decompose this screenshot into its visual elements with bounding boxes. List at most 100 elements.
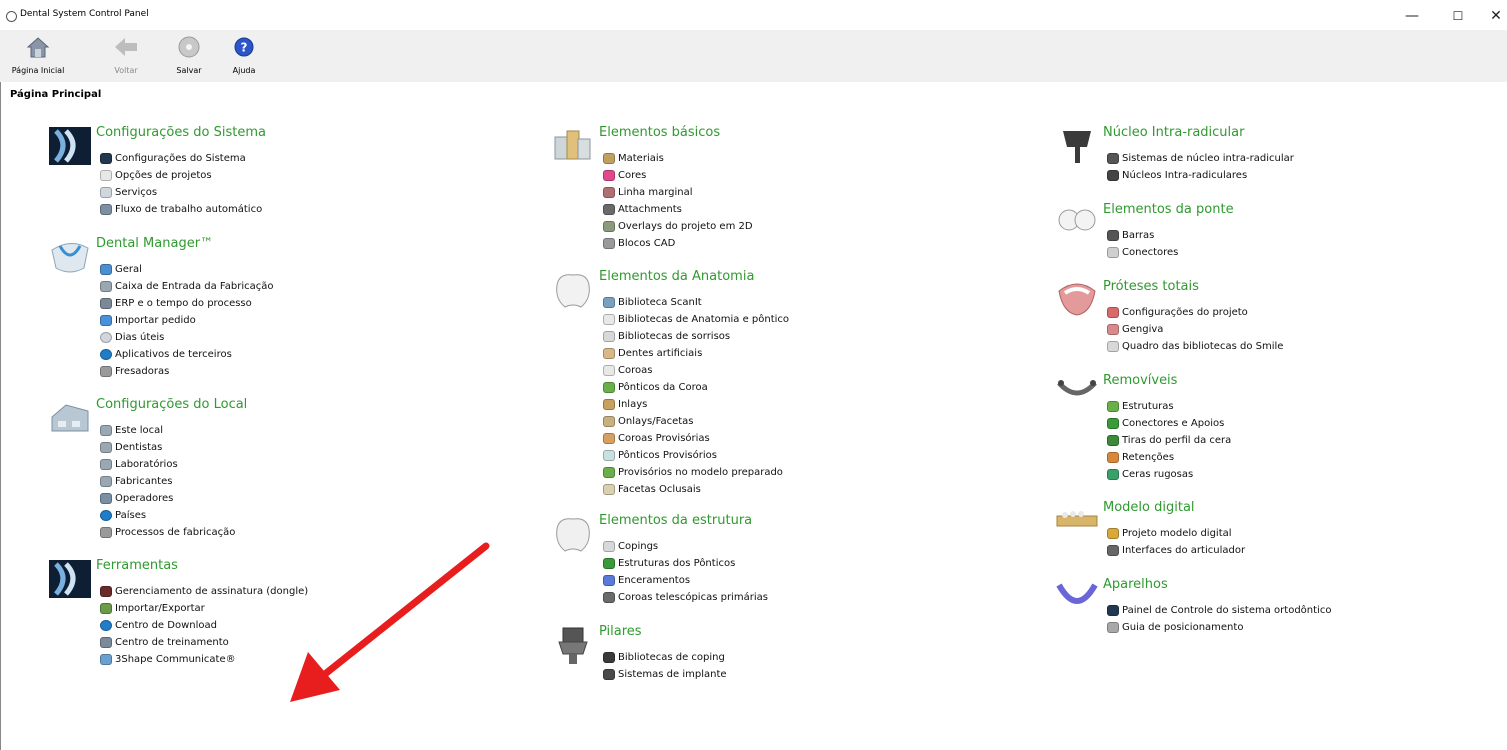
save-button[interactable]: Salvar [161,35,217,75]
section-title[interactable]: Modelo digital [1103,500,1195,515]
back-button[interactable]: Voltar [98,35,154,75]
list-item[interactable]: Importar/Exportar [100,600,308,617]
section-title[interactable]: Elementos básicos [599,125,720,140]
list-item[interactable]: Geral [100,261,274,278]
section-title[interactable]: Configurações do Local [96,397,247,412]
list-item[interactable]: Importar pedido [100,312,274,329]
globe-icon [100,349,112,360]
list-item-label: Cores [618,170,647,181]
list-item[interactable]: Conectores e Apoios [1107,415,1231,432]
list-item[interactable]: Este local [100,422,235,439]
list-item[interactable]: 3Shape Communicate® [100,651,308,668]
section-title[interactable]: Elementos da estrutura [599,513,752,528]
list-item[interactable]: Enceramentos [603,572,768,589]
list-item[interactable]: Pônticos da Coroa [603,379,789,396]
list-item-label: Caixa de Entrada da Fabricação [115,281,274,292]
list-item[interactable]: Estruturas [1107,398,1231,415]
section-title[interactable]: Dental Manager™ [96,236,213,251]
list-item[interactable]: Configurações do Sistema [100,150,262,167]
list-item[interactable]: Centro de Download [100,617,308,634]
list-item[interactable]: Dentistas [100,439,235,456]
list-item[interactable]: Linha marginal [603,184,753,201]
list-item[interactable]: Configurações do projeto [1107,304,1283,321]
list-item[interactable]: Estruturas dos Pônticos [603,555,768,572]
home-button[interactable]: Página Inicial [10,35,66,75]
list-item[interactable]: Blocos CAD [603,235,753,252]
list-item[interactable]: ERP e o tempo do processo [100,295,274,312]
section-title[interactable]: Próteses totais [1103,279,1199,294]
list-item[interactable]: Sistemas de implante [603,666,727,683]
list-item[interactable]: Coroas [603,362,789,379]
occlusal-icon [603,484,615,495]
list-item[interactable]: Coroas telescópicas primárias [603,589,768,606]
list-item-label: Bibliotecas de sorrisos [618,331,731,342]
list-item[interactable]: Tiras do perfil da cera [1107,432,1231,449]
list-item[interactable]: Facetas Oclusais [603,481,789,498]
list-item[interactable]: Centro de treinamento [100,634,308,651]
list-item[interactable]: Bibliotecas de Anatomia e pôntico [603,311,789,328]
list-item[interactable]: Interfaces do articulador [1107,542,1245,559]
section-title[interactable]: Ferramentas [96,558,178,573]
list-item[interactable]: Caixa de Entrada da Fabricação [100,278,274,295]
list-item[interactable]: Processos de fabricação [100,524,235,541]
list-item[interactable]: Gengiva [1107,321,1283,338]
list-item-label: Conectores [1122,247,1179,258]
list-item[interactable]: Países [100,507,235,524]
list-item[interactable]: Bibliotecas de sorrisos [603,328,789,345]
section-title[interactable]: Aparelhos [1103,577,1168,592]
list-item[interactable]: Núcleos Intra-radiculares [1107,167,1294,184]
list-item[interactable]: Serviços [100,184,262,201]
section-title[interactable]: Elementos da Anatomia [599,269,754,284]
list-item[interactable]: Provisórios no modelo preparado [603,464,789,481]
list-item[interactable]: Retenções [1107,449,1231,466]
list-item[interactable]: Operadores [100,490,235,507]
list-item[interactable]: Inlays [603,396,789,413]
list-item[interactable]: Onlays/Facetas [603,413,789,430]
list-item[interactable]: Ceras rugosas [1107,466,1231,483]
list-item[interactable]: Attachments [603,201,753,218]
list-item[interactable]: Opções de projetos [100,167,262,184]
list-item[interactable]: Projeto modelo digital [1107,525,1245,542]
list-item[interactable]: Cores [603,167,753,184]
section-title[interactable]: Configurações do Sistema [96,125,266,140]
section-title[interactable]: Pilares [599,624,642,639]
section-title[interactable]: Elementos da ponte [1103,202,1234,217]
help-button[interactable]: ? Ajuda [216,35,272,75]
list-item-label: Importar/Exportar [115,603,205,614]
mill-icon [100,366,112,377]
list-item-label: Tiras do perfil da cera [1122,435,1232,446]
section-title[interactable]: Removíveis [1103,373,1177,388]
list-item[interactable]: Guia de posicionamento [1107,619,1331,636]
list-item[interactable]: Gerenciamento de assinatura (dongle) [100,583,308,600]
list-item[interactable]: Pônticos Provisórios [603,447,789,464]
list-item[interactable]: Overlays do projeto em 2D [603,218,753,235]
section-title[interactable]: Núcleo Intra-radicular [1103,125,1244,140]
list-item-label: Onlays/Facetas [618,416,694,427]
list-item[interactable]: Sistemas de núcleo intra-radicular [1107,150,1294,167]
list-item[interactable]: Materiais [603,150,753,167]
list-item[interactable]: Conectores [1107,244,1178,261]
section-item-list: Configurações do Sistema Opções de projet… [100,150,262,218]
list-item[interactable]: Barras [1107,227,1178,244]
list-item-label: Sistemas de implante [618,669,727,680]
list-item[interactable]: Laboratórios [100,456,235,473]
list-item[interactable]: Painel de Controle do sistema ortodôntic… [1107,602,1331,619]
maximize-button[interactable]: ☐ [1444,4,1472,28]
minimize-button[interactable]: — [1398,4,1426,28]
list-item[interactable]: Coroas Provisórias [603,430,789,447]
list-item[interactable]: Biblioteca ScanIt [603,294,789,311]
list-item[interactable]: Quadro das bibliotecas do Smile [1107,338,1283,355]
list-item[interactable]: Fresadoras [100,363,274,380]
list-item-label: Fabricantes [115,476,173,487]
provisional-pontic-icon [603,450,615,461]
list-item[interactable]: Fabricantes [100,473,235,490]
list-item[interactable]: Bibliotecas de coping [603,649,727,666]
general-icon [100,264,112,275]
list-item[interactable]: Fluxo de trabalho automático [100,201,262,218]
list-item[interactable]: Dentes artificiais [603,345,789,362]
list-item[interactable]: Aplicativos de terceiros [100,346,274,363]
close-button[interactable]: ✕ [1482,4,1507,28]
list-item[interactable]: Copings [603,538,768,555]
list-item[interactable]: Dias úteis [100,329,274,346]
list-item-label: Barras [1122,230,1155,241]
